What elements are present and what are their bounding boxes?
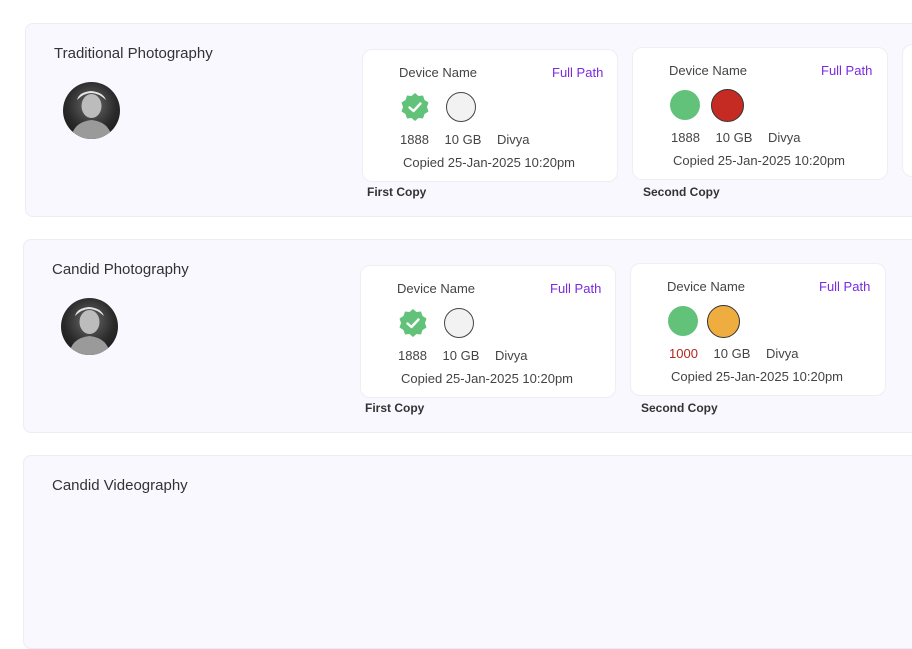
device-id: 1000 <box>669 346 698 361</box>
verified-check-icon <box>399 309 427 337</box>
section-candid-photography: Candid Photography Device Name Full Path… <box>23 239 912 433</box>
device-meta: 1888 10 GB Divya <box>400 132 542 147</box>
copied-timestamp: Copied 25-Jan-2025 10:20pm <box>671 369 844 384</box>
first-copy-card: Device Name Full Path 1888 10 GB Divya C… <box>360 265 616 398</box>
device-user: Divya <box>768 130 801 145</box>
verified-check-icon <box>401 93 429 121</box>
avatar <box>61 298 118 355</box>
device-status-red-icon <box>711 89 744 122</box>
copied-timestamp: Copied 25-Jan-2025 10:20pm <box>403 155 576 170</box>
copied-timestamp: Copied 25-Jan-2025 10:20pm <box>673 153 846 168</box>
device-id: 1888 <box>400 132 429 147</box>
device-meta: 1000 10 GB Divya <box>669 346 811 361</box>
full-path-link[interactable]: Full Path <box>552 65 603 80</box>
device-meta: 1888 10 GB Divya <box>671 130 813 145</box>
device-name-label: Device Name <box>667 279 746 294</box>
copied-timestamp: Copied 25-Jan-2025 10:20pm <box>401 371 574 386</box>
device-name-label: Device Name <box>397 281 476 296</box>
first-copy-label: First Copy <box>367 185 427 199</box>
section-title: Candid Videography <box>52 477 188 494</box>
device-user: Divya <box>495 348 528 363</box>
avatar <box>63 82 120 139</box>
device-status-green-icon <box>670 90 700 120</box>
device-status-green-icon <box>668 306 698 336</box>
device-user: Divya <box>766 346 799 361</box>
section-traditional-photography: Traditional Photography Device Name Full… <box>25 23 912 217</box>
device-name-label: Device Name <box>399 65 478 80</box>
full-path-link[interactable]: Full Path <box>819 279 870 294</box>
device-status-empty-icon <box>444 308 474 338</box>
second-copy-card: Device Name Full Path 1888 10 GB Divya C… <box>632 47 888 180</box>
second-copy-card: Device Name Full Path 1000 10 GB Divya C… <box>630 263 886 396</box>
device-status-orange-icon <box>707 305 740 338</box>
device-size: 10 GB <box>444 132 482 147</box>
device-meta: 1888 10 GB Divya <box>398 348 540 363</box>
device-size: 10 GB <box>713 346 751 361</box>
device-status-empty-icon <box>446 92 476 122</box>
second-copy-label: Second Copy <box>643 185 720 199</box>
first-copy-label: First Copy <box>365 401 425 415</box>
device-id: 1888 <box>671 130 700 145</box>
section-title: Traditional Photography <box>54 45 213 62</box>
section-candid-videography: Candid Videography <box>23 455 912 649</box>
second-copy-label: Second Copy <box>641 401 718 415</box>
section-title: Candid Photography <box>52 261 189 278</box>
device-name-label: Device Name <box>669 63 748 78</box>
third-copy-card-partial <box>902 44 912 177</box>
full-path-link[interactable]: Full Path <box>821 63 872 78</box>
full-path-link[interactable]: Full Path <box>550 281 601 296</box>
device-size: 10 GB <box>442 348 480 363</box>
device-id: 1888 <box>398 348 427 363</box>
device-size: 10 GB <box>715 130 753 145</box>
first-copy-card: Device Name Full Path 1888 10 GB Divya C… <box>362 49 618 182</box>
device-user: Divya <box>497 132 530 147</box>
